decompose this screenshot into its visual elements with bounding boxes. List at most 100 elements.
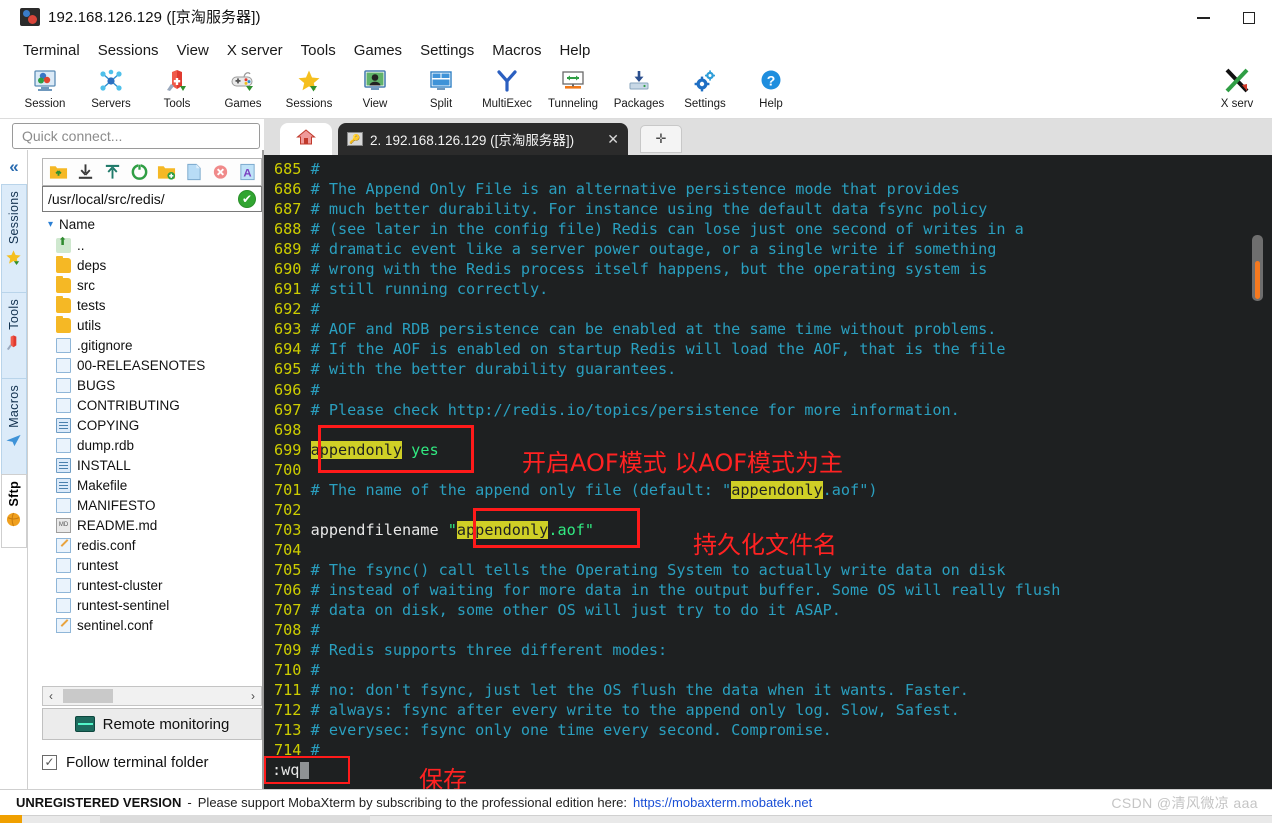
menu-settings[interactable]: Settings: [411, 40, 483, 61]
toolbar-xserver-button[interactable]: X serv: [1202, 66, 1272, 120]
terminal-text-run: # Redis supports three different modes:: [310, 641, 668, 660]
terminal-scrollbar[interactable]: [1252, 155, 1268, 789]
quick-connect-input[interactable]: Quick connect...: [12, 123, 260, 149]
line-number: 703: [274, 520, 311, 539]
remote-monitoring-button[interactable]: Remote monitoring: [42, 708, 262, 740]
terminal-line: 687 # much better durability. For instan…: [264, 199, 1272, 219]
scrollbar-thumb[interactable]: [63, 689, 113, 703]
list-item[interactable]: INSTALL: [42, 455, 262, 475]
toolbar-help-button[interactable]: ? Help: [738, 64, 804, 118]
terminal-text-run: # Please check http://redis.io/topics/pe…: [310, 400, 960, 419]
follow-terminal-folder-row[interactable]: ✓ Follow terminal folder: [42, 748, 262, 776]
list-item[interactable]: COPYING: [42, 415, 262, 435]
list-item[interactable]: BUGS: [42, 375, 262, 395]
terminal-text-run: # no: don't fsync, just let the OS flush…: [310, 681, 969, 700]
title-bar: 192.168.126.129 ([京淘服务器]): [0, 0, 1272, 36]
session-tab[interactable]: 🔑 2. 192.168.126.129 ([京淘服务器]) ✕: [338, 123, 628, 155]
toolbar-settings-button[interactable]: Settings: [672, 64, 738, 118]
upload-icon[interactable]: [100, 160, 125, 184]
list-item[interactable]: MD README.md: [42, 515, 262, 535]
toolbar-packages-button[interactable]: Packages: [606, 64, 672, 118]
monitor-icon: [74, 716, 95, 732]
list-item[interactable]: MANIFESTO: [42, 495, 262, 515]
scrollbar-thumb[interactable]: [1252, 235, 1263, 301]
sftp-file-list[interactable]: .. deps src tests utils .gitignore 00-RE…: [42, 235, 262, 683]
list-item[interactable]: dump.rdb: [42, 435, 262, 455]
new-file-icon[interactable]: [181, 160, 206, 184]
terminal-text-run: #: [310, 621, 320, 640]
collapse-sidebar-button[interactable]: «: [0, 150, 28, 184]
list-item[interactable]: Makefile: [42, 475, 262, 495]
list-item[interactable]: utils: [42, 315, 262, 335]
toolbar-tunneling-button[interactable]: Tunneling: [540, 64, 606, 118]
minimize-button[interactable]: [1180, 0, 1226, 36]
vim-command-line[interactable]: :wq: [264, 756, 350, 784]
file-name: MANIFESTO: [77, 497, 156, 513]
menu-view[interactable]: View: [168, 40, 218, 61]
home-tab[interactable]: [280, 123, 332, 155]
follow-terminal-folder-checkbox[interactable]: ✓: [42, 754, 57, 770]
refresh-icon[interactable]: [127, 160, 152, 184]
toolbar-split-button[interactable]: Split: [408, 64, 474, 118]
terminal-line: 711 # no: don't fsync, just let the OS f…: [264, 680, 1272, 700]
line-number: 686: [274, 180, 311, 199]
sidebar-tab-sessions[interactable]: Sessions: [0, 184, 27, 292]
title-bar-left: 192.168.126.129 ([京淘服务器]): [20, 6, 261, 27]
folder-icon: [56, 315, 71, 333]
sidebar-tab-sftp[interactable]: Sftp: [0, 474, 27, 548]
list-item[interactable]: CONTRIBUTING: [42, 395, 262, 415]
sftp-path-input[interactable]: /usr/local/src/redis/ ✔: [42, 186, 262, 212]
file-list-header[interactable]: ▾ Name: [42, 213, 262, 235]
annotation-aof-mode: 开启AOF模式 以AOF模式为主: [522, 449, 844, 477]
menu-games[interactable]: Games: [345, 40, 411, 61]
mobaxterm-link[interactable]: https://mobaxterm.mobatek.net: [633, 795, 812, 810]
list-item[interactable]: 00-RELEASENOTES: [42, 355, 262, 375]
list-item[interactable]: runtest-sentinel: [42, 595, 262, 615]
menu-help[interactable]: Help: [550, 40, 599, 61]
packages-icon: [624, 66, 654, 96]
delete-icon[interactable]: [208, 160, 233, 184]
menu-terminal[interactable]: Terminal: [14, 40, 89, 61]
download-icon[interactable]: [73, 160, 98, 184]
star-icon: [5, 248, 23, 266]
list-item[interactable]: sentinel.conf: [42, 615, 262, 635]
list-item[interactable]: tests: [42, 295, 262, 315]
list-item[interactable]: runtest-cluster: [42, 575, 262, 595]
list-item[interactable]: deps: [42, 255, 262, 275]
toolbar-view-button[interactable]: View: [342, 64, 408, 118]
toolbar-multiexec-button[interactable]: MultiExec: [474, 64, 540, 118]
toolbar-session-button[interactable]: Session: [12, 64, 78, 118]
list-item[interactable]: .gitignore: [42, 335, 262, 355]
servers-icon: [96, 66, 126, 96]
scroll-left-arrow-icon[interactable]: ‹: [43, 689, 59, 703]
file-name: CONTRIBUTING: [77, 397, 180, 413]
terminal-text-run: # The fsync() call tells the Operating S…: [310, 560, 1006, 579]
list-item[interactable]: src: [42, 275, 262, 295]
toolbar-tools-button[interactable]: Tools: [144, 64, 210, 118]
terminal-line: 713 # everysec: fsync only one time ever…: [264, 720, 1272, 740]
toolbar-help-label: Help: [759, 98, 783, 110]
new-tab-button[interactable]: ✛: [640, 125, 682, 153]
list-item[interactable]: redis.conf: [42, 535, 262, 555]
list-item[interactable]: runtest: [42, 555, 262, 575]
close-icon[interactable]: ✕: [607, 131, 619, 148]
new-folder-icon[interactable]: [154, 160, 179, 184]
toolbar-servers-button[interactable]: Servers: [78, 64, 144, 118]
list-item[interactable]: ..: [42, 235, 262, 255]
toolbar-games-button[interactable]: Games: [210, 64, 276, 118]
text-mode-icon[interactable]: A: [235, 160, 260, 184]
line-number: 707: [274, 601, 311, 620]
sidebar-tab-macros[interactable]: Macros: [0, 378, 27, 474]
sidebar-tab-tools[interactable]: Tools: [0, 292, 27, 378]
menu-sessions[interactable]: Sessions: [89, 40, 168, 61]
menu-tools[interactable]: Tools: [292, 40, 345, 61]
session-icon: [30, 66, 60, 96]
maximize-button[interactable]: [1226, 0, 1272, 36]
toolbar-sessions-button[interactable]: Sessions: [276, 64, 342, 118]
scroll-right-arrow-icon[interactable]: ›: [245, 689, 261, 703]
file-list-horizontal-scrollbar[interactable]: ‹ ›: [42, 686, 262, 706]
parent-folder-icon[interactable]: [46, 160, 71, 184]
menu-xserver[interactable]: X server: [218, 40, 292, 61]
file-name: redis.conf: [77, 537, 136, 553]
menu-macros[interactable]: Macros: [483, 40, 550, 61]
